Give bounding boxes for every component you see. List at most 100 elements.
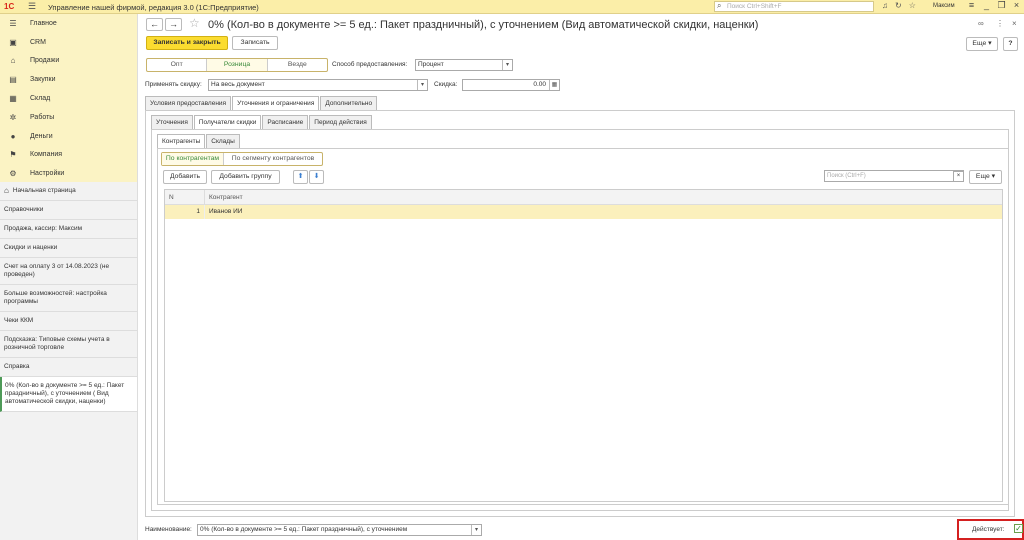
discount-input[interactable]: 0.00 ▦ bbox=[462, 79, 560, 91]
open-window-item[interactable]: Чеки ККМ bbox=[0, 312, 137, 331]
settings-menu-icon[interactable]: ≡ bbox=[964, 0, 979, 10]
open-window-item-active[interactable]: 0% (Кол-во в документе >= 5 ед.: Пакет п… bbox=[0, 377, 137, 412]
tab-period[interactable]: Период действия bbox=[309, 115, 372, 129]
tab-schedule[interactable]: Расписание bbox=[262, 115, 309, 129]
title-bar: 1С ☰ Управление нашей фирмой, редакция 3… bbox=[0, 0, 1024, 14]
name-input[interactable]: 0% (Кол-во в документе >= 5 ед.: Пакет п… bbox=[197, 524, 482, 536]
help-button[interactable]: ? bbox=[1003, 37, 1018, 51]
search-icon: ⌕ bbox=[717, 1, 722, 10]
sidebar-item-warehouse[interactable]: ▦ Склад bbox=[0, 89, 137, 108]
link-icon[interactable]: ∞ bbox=[978, 19, 984, 28]
global-search-input[interactable]: ⌕ Поиск Ctrl+Shift+F bbox=[714, 1, 874, 12]
purchases-icon: ▤ bbox=[9, 75, 17, 85]
sidebar-item-label: Продажи bbox=[30, 57, 60, 65]
filter-by-segment[interactable]: По сегменту контрагентов bbox=[224, 153, 322, 165]
menu-icon: ☰ bbox=[9, 18, 17, 28]
apply-label: Применять скидку: bbox=[145, 81, 202, 88]
tab-warehouses[interactable]: Склады bbox=[206, 134, 240, 148]
minimize-icon[interactable]: _ bbox=[979, 0, 994, 10]
search-input[interactable]: Поиск (Ctrl+F) bbox=[824, 170, 964, 182]
open-window-home[interactable]: ⌂ Начальная страница bbox=[0, 182, 137, 201]
close-form-icon[interactable]: × bbox=[1012, 19, 1017, 28]
open-window-item[interactable]: Счет на оплату 3 от 14.08.2023 (не прове… bbox=[0, 258, 137, 285]
save-close-button[interactable]: Записать и закрыть bbox=[146, 36, 228, 50]
apply-select[interactable]: На весь документ ▾ bbox=[208, 79, 428, 91]
save-button[interactable]: Записать bbox=[232, 36, 278, 50]
sales-icon: ⌂ bbox=[10, 56, 16, 66]
sidebar-item-main[interactable]: ☰ Главное bbox=[0, 14, 137, 33]
arrow-down-icon: ⬇ bbox=[313, 173, 320, 180]
sidebar-item-company[interactable]: ⚑ Компания bbox=[0, 146, 137, 165]
open-window-item[interactable]: Продажа, кассир: Максим bbox=[0, 220, 137, 239]
more-button[interactable]: Еще ▾ bbox=[966, 37, 998, 51]
document-form: ← → ☆ 0% (Кол-во в документе >= 5 ед.: П… bbox=[138, 14, 1024, 540]
tabs-restrictions: Уточнения Получатели скидки Расписание П… bbox=[151, 115, 373, 129]
bell-icon[interactable]: ♫ bbox=[882, 1, 888, 10]
calculator-icon[interactable]: ▦ bbox=[549, 80, 559, 90]
tab-conditions[interactable]: Условия предоставления bbox=[145, 96, 232, 110]
forward-button[interactable]: → bbox=[165, 18, 182, 31]
move-up-button[interactable]: ⬆ bbox=[293, 170, 308, 184]
segment-wholesale[interactable]: Опт bbox=[147, 59, 208, 71]
sidebar-item-label: Главное bbox=[30, 19, 57, 27]
sidebar-item-label: Закупки bbox=[30, 76, 56, 84]
active-checkbox[interactable]: ✓ bbox=[1014, 524, 1023, 533]
row-number: 1 bbox=[165, 205, 205, 219]
page-title: 0% (Кол-во в документе >= 5 ед.: Пакет п… bbox=[208, 19, 759, 31]
restore-icon[interactable]: ❐ bbox=[994, 0, 1009, 11]
open-window-item[interactable]: Скидки и наценки bbox=[0, 239, 137, 258]
dropdown-icon[interactable]: ▾ bbox=[417, 80, 427, 90]
tab-counterparties[interactable]: Контрагенты bbox=[157, 134, 206, 148]
money-icon: ● bbox=[10, 131, 16, 141]
tab-refinements[interactable]: Уточнения bbox=[151, 115, 193, 129]
global-search-placeholder: Поиск Ctrl+Shift+F bbox=[727, 3, 782, 10]
sidebar-item-crm[interactable]: ▣ CRM bbox=[0, 33, 137, 52]
name-value: 0% (Кол-во в документе >= 5 ед.: Пакет п… bbox=[200, 526, 408, 533]
open-windows-list: ⌂ Начальная страница Справочники Продажа,… bbox=[0, 182, 137, 540]
open-window-item[interactable]: Справочники bbox=[0, 201, 137, 220]
back-button[interactable]: ← bbox=[146, 18, 163, 31]
favorites-icon[interactable]: ☆ bbox=[909, 1, 916, 10]
table-row[interactable]: 1 Иванов ИИ bbox=[165, 205, 1002, 219]
move-down-button[interactable]: ⬇ bbox=[309, 170, 324, 184]
sidebar-item-purchases[interactable]: ▤ Закупки bbox=[0, 70, 137, 89]
table-header: N Контрагент bbox=[165, 190, 1002, 205]
sidebar-item-label: Деньги bbox=[30, 132, 53, 140]
open-window-item[interactable]: Подсказка: Типовые схемы учета в розничн… bbox=[0, 331, 137, 358]
more-icon[interactable]: ⋮ bbox=[996, 19, 1004, 28]
sidebar-item-sales[interactable]: ⌂ Продажи bbox=[0, 52, 137, 71]
open-window-item[interactable]: Справка bbox=[0, 358, 137, 377]
add-button[interactable]: Добавить bbox=[163, 170, 207, 184]
column-header-n[interactable]: N bbox=[165, 190, 205, 204]
name-label: Наименование: bbox=[145, 526, 192, 533]
favorite-star-icon[interactable]: ☆ bbox=[189, 16, 200, 30]
grid-more-button[interactable]: Еще ▾ bbox=[969, 170, 1002, 184]
dropdown-icon[interactable]: ▾ bbox=[502, 60, 512, 70]
sidebar-item-settings[interactable]: ⚙ Настройки bbox=[0, 164, 137, 184]
segment-retail[interactable]: Розница bbox=[207, 59, 268, 71]
user-name[interactable]: Максим bbox=[933, 3, 955, 9]
works-icon: ✲ bbox=[9, 112, 17, 122]
tab-restrictions[interactable]: Уточнения и ограничения bbox=[232, 96, 320, 110]
add-group-button[interactable]: Добавить группу bbox=[211, 170, 280, 184]
column-header-counterparty[interactable]: Контрагент bbox=[205, 190, 243, 204]
history-icon[interactable]: ↻ bbox=[895, 1, 902, 10]
tabs-recipients: Контрагенты Склады bbox=[157, 134, 241, 148]
tab-additional[interactable]: Дополнительно bbox=[320, 96, 378, 110]
warehouse-icon: ▦ bbox=[9, 94, 17, 104]
sidebar-item-works[interactable]: ✲ Работы bbox=[0, 108, 137, 127]
sidebar-item-label: Компания bbox=[30, 151, 63, 159]
segment-everywhere[interactable]: Везде bbox=[268, 59, 327, 71]
filter-by-counterparties[interactable]: По контрагентам bbox=[162, 153, 224, 165]
close-icon[interactable]: × bbox=[1009, 0, 1024, 10]
sidebar-item-money[interactable]: ● Деньги bbox=[0, 127, 137, 146]
app-title: Управление нашей фирмой, редакция 3.0 (1… bbox=[48, 3, 259, 12]
main-menu-icon[interactable]: ☰ bbox=[28, 1, 36, 12]
open-window-item[interactable]: Больше возможностей: настройка программы bbox=[0, 285, 137, 312]
discount-label: Скидка: bbox=[434, 81, 458, 88]
method-select[interactable]: Процент ▾ bbox=[415, 59, 513, 71]
crm-icon: ▣ bbox=[9, 37, 17, 47]
tab-recipients[interactable]: Получатели скидки bbox=[193, 115, 262, 129]
dropdown-icon[interactable]: ▾ bbox=[471, 525, 481, 535]
clear-search-button[interactable]: × bbox=[953, 171, 964, 182]
